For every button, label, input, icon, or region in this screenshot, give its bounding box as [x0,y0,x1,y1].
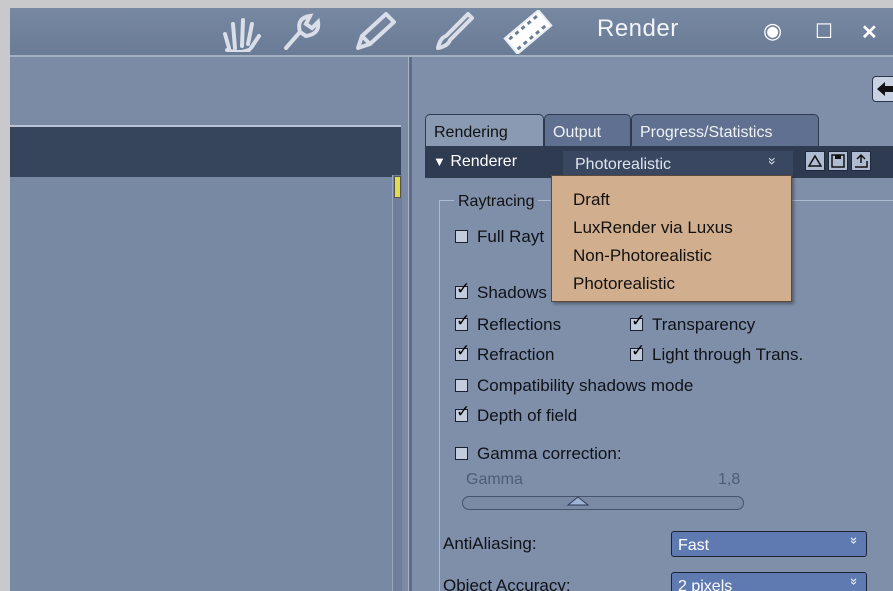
maximize-icon[interactable]: ☐ [815,19,833,44]
chevron-down-icon: » [846,577,862,586]
full-raytracing-checkbox[interactable]: Full Rayt [455,227,544,247]
transparency-checkbox[interactable]: ✓ Transparency [630,312,755,335]
hand-icon[interactable] [215,10,263,52]
dropdown-item-draft[interactable]: Draft [573,190,610,210]
object-accuracy-label: Object Accuracy: [443,576,571,591]
antialiasing-label: AntiAliasing: [443,534,537,553]
compatibility-shadows-checkbox[interactable]: Compatibility shadows mode [455,376,693,396]
light-through-trans-checkbox[interactable]: ✓ Light through Trans. [630,342,803,365]
eye-icon[interactable]: ◉ [763,18,782,44]
tab-label: Rendering [434,124,508,141]
depth-of-field-checkbox[interactable]: ✓ Depth of field [455,403,577,426]
triangle-down-icon: ▼ [433,154,446,169]
gamma-value: 1,8 [718,471,741,488]
gamma-slider[interactable] [462,496,744,510]
dropdown-item-non-photorealistic[interactable]: Non-Photorealistic [573,246,712,266]
tab-rendering[interactable]: Rendering [425,114,544,146]
check-icon: ✓ [631,311,646,330]
gamma-label: Gamma [466,471,523,488]
window-title: Render [597,15,679,42]
vertical-scrollbar[interactable] [392,175,402,591]
tab-label: Progress/Statistics [640,124,773,141]
tab-progress-statistics[interactable]: Progress/Statistics [631,114,819,146]
shadows-checkbox[interactable]: ✓ Shadows [455,280,547,303]
dropdown-item-luxrender[interactable]: LuxRender via Luxus [573,218,733,238]
preview-area [10,177,401,591]
checkbox-box[interactable]: ✓ [630,312,645,331]
renderer-label[interactable]: ▼ Renderer [433,153,517,171]
tab-label: Output [553,124,602,141]
renderer-value: Photorealistic [575,156,672,173]
check-icon: ✓ [456,311,471,330]
preview-header-band [10,125,401,177]
checkbox-box[interactable]: ✓ [455,280,470,299]
preview-pane [10,57,408,591]
preset-load-icon[interactable] [805,151,825,171]
wrench-icon[interactable] [278,10,324,52]
checkbox-box[interactable]: ✓ [630,342,645,361]
back-button[interactable] [872,76,893,102]
renderer-select[interactable]: Photorealistic » [563,151,793,177]
chevron-down-icon: » [765,157,782,165]
antialiasing-value: Fast [678,537,710,554]
reflections-checkbox[interactable]: ✓ Reflections [455,312,561,335]
film-icon[interactable] [500,10,556,54]
checkbox-box[interactable]: ✓ [455,403,470,422]
dropdown-item-photorealistic[interactable]: Photorealistic [573,274,675,294]
tab-output[interactable]: Output [544,114,631,146]
export-icon[interactable] [851,151,871,171]
renderer-bar: ▼ Renderer Photorealistic » [425,146,893,178]
antialiasing-select[interactable]: Fast » [671,531,867,557]
checkbox-box[interactable] [455,379,468,392]
pencil-icon[interactable] [350,10,400,52]
chevron-down-icon: » [846,536,862,545]
save-icon[interactable] [828,151,848,171]
renderer-dropdown-menu: Draft LuxRender via Luxus Non-Photoreali… [551,175,792,302]
check-icon: ✓ [456,402,471,421]
slider-thumb-icon[interactable] [566,495,590,507]
checkbox-box[interactable] [455,447,468,460]
render-settings-pane: Rendering Output Progress/Statistics ▼ R… [412,57,893,591]
check-icon: ✓ [456,341,471,360]
check-icon: ✓ [456,279,471,298]
gamma-correction-checkbox[interactable]: Gamma correction: [455,444,622,464]
checkbox-box[interactable]: ✓ [455,342,470,361]
raytracing-group-title: Raytracing [454,193,539,211]
title-bar: Render ◉ ☐ ✕ [10,8,893,57]
object-accuracy-select[interactable]: 2 pixels » [671,572,867,591]
brush-icon[interactable] [430,10,476,52]
arrow-left-icon [877,82,893,96]
checkbox-box[interactable] [455,230,468,243]
object-accuracy-value: 2 pixels [678,578,733,591]
close-icon[interactable]: ✕ [861,20,878,45]
scrollbar-thumb[interactable] [394,176,401,198]
refraction-checkbox[interactable]: ✓ Refraction [455,342,554,365]
checkbox-box[interactable]: ✓ [455,312,470,331]
check-icon: ✓ [631,341,646,360]
